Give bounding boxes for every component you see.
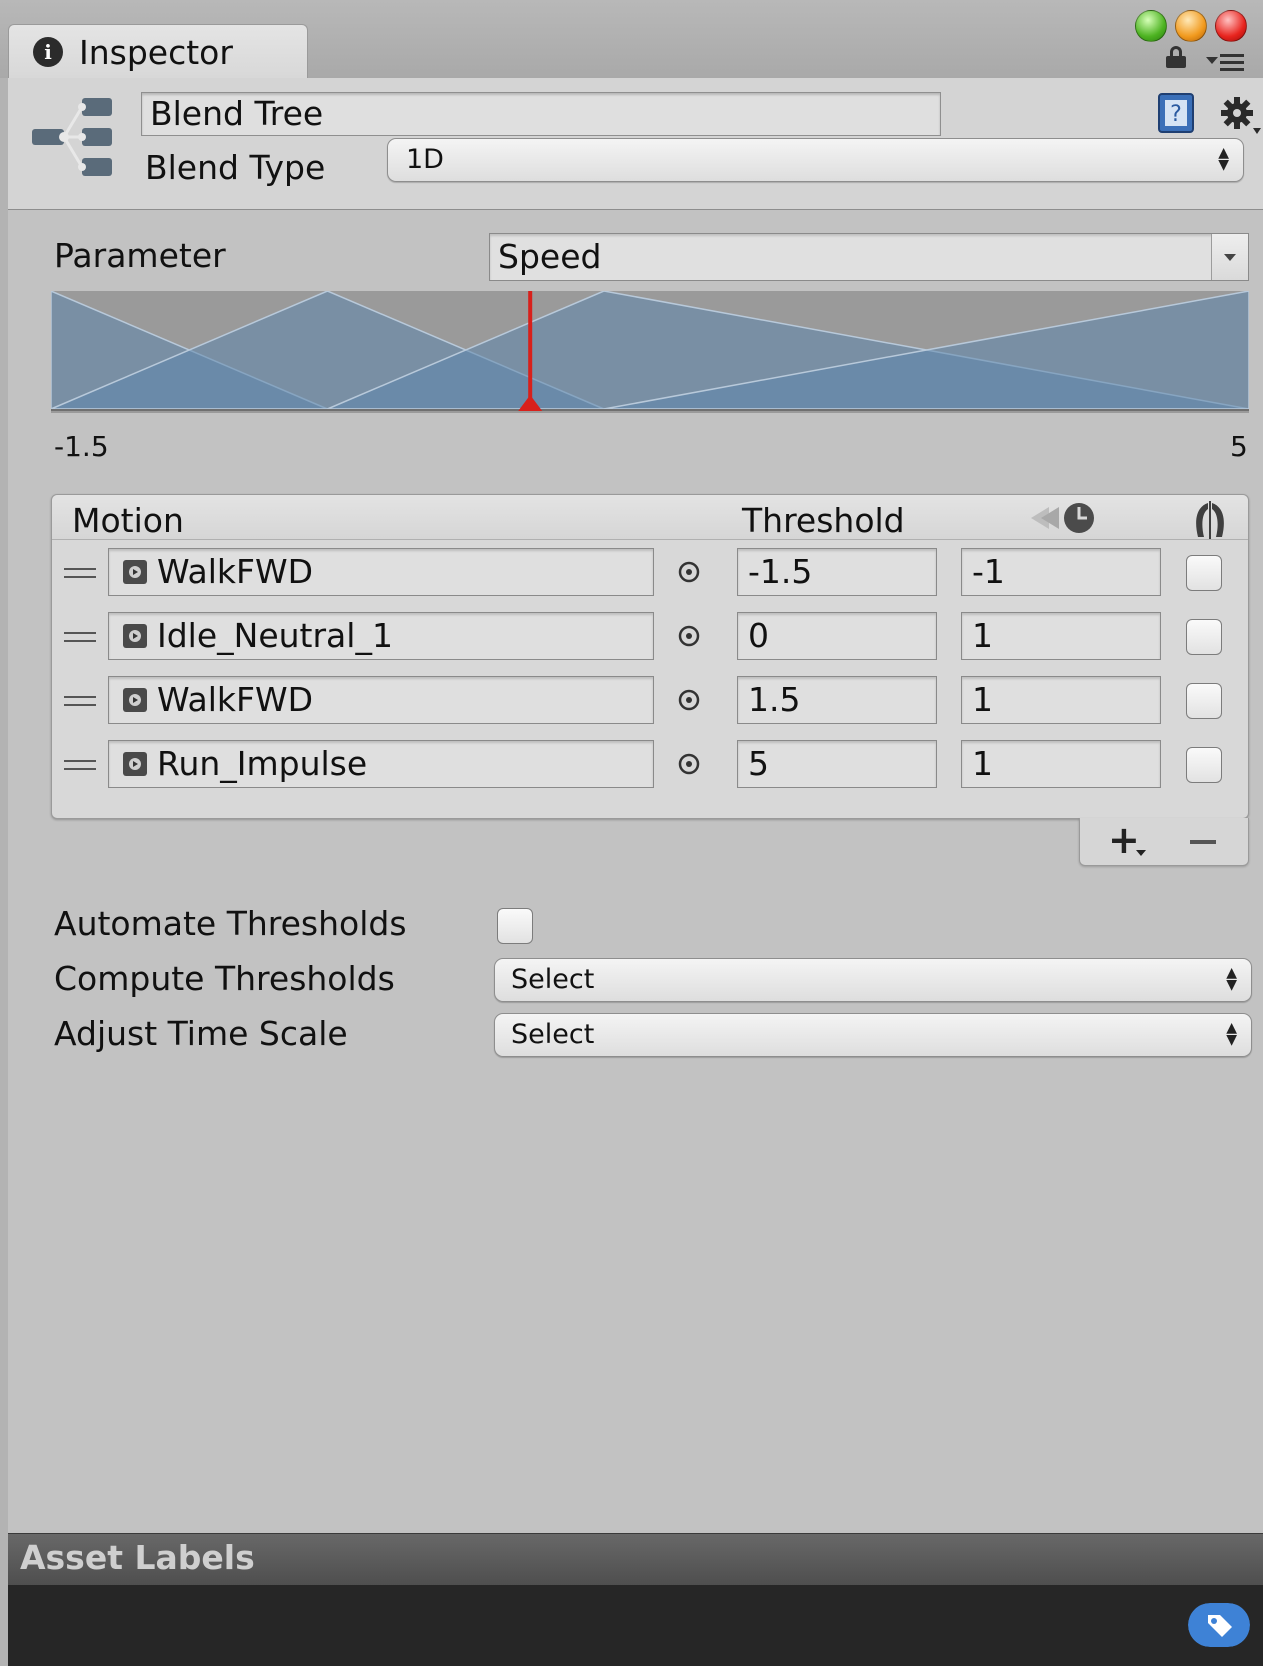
compute-thresholds-label: Compute Thresholds <box>54 959 395 998</box>
motion-row: Idle_Neutral_1 0 1 <box>52 605 1248 669</box>
blend-tree-name-field[interactable]: Blend Tree <box>141 92 941 136</box>
object-picker-icon[interactable] <box>677 624 701 648</box>
motion-row: Run_Impulse 5 1 <box>52 733 1248 797</box>
title-bar: i Inspector <box>0 0 1263 79</box>
threshold-field[interactable]: 5 <box>737 740 937 788</box>
lock-icon[interactable] <box>1166 46 1186 68</box>
mirror-checkbox[interactable] <box>1186 683 1222 719</box>
gear-icon[interactable] <box>1217 92 1263 138</box>
motion-name: Run_Impulse <box>157 744 368 783</box>
drag-handle-icon[interactable] <box>64 568 96 578</box>
adjust-time-scale-value: Select <box>511 1019 595 1050</box>
animation-clip-icon <box>123 752 147 776</box>
motion-row: WalkFWD -1.5 -1 <box>52 541 1248 605</box>
panel-menu-icon[interactable] <box>1206 52 1246 72</box>
animation-clip-icon <box>123 560 147 584</box>
time-scale-field[interactable]: 1 <box>961 612 1161 660</box>
animation-clip-icon <box>123 624 147 648</box>
motion-name: WalkFWD <box>157 552 314 591</box>
animation-clip-icon <box>123 688 147 712</box>
threshold-field[interactable]: 0 <box>737 612 937 660</box>
motion-list: Motion Threshold WalkFWD -1.5 -1 Idle_Ne… <box>51 494 1249 819</box>
asset-labels-title: Asset Labels <box>20 1538 255 1577</box>
column-threshold: Threshold <box>742 501 905 540</box>
popup-arrows-icon: ▲ ▼ <box>1226 965 1237 993</box>
time-scale-field[interactable]: -1 <box>961 548 1161 596</box>
popup-arrows-icon: ▲ ▼ <box>1218 145 1229 173</box>
blend-type-dropdown[interactable]: 1D ▲ ▼ <box>387 138 1244 182</box>
mirror-checkbox[interactable] <box>1186 555 1222 591</box>
object-picker-icon[interactable] <box>677 752 701 776</box>
add-motion-button[interactable]: + <box>1108 821 1152 859</box>
minimize-button[interactable] <box>1175 10 1207 42</box>
parameter-dropdown[interactable]: Speed <box>489 233 1249 281</box>
tab-label: Inspector <box>79 33 233 72</box>
motion-field[interactable]: WalkFWD <box>108 676 654 724</box>
svg-text:?: ? <box>1170 102 1182 127</box>
blend-tree-icon <box>32 98 112 176</box>
drag-handle-icon[interactable] <box>64 760 96 770</box>
blend-type-value: 1D <box>406 144 444 175</box>
mirror-icon <box>1196 501 1224 539</box>
automate-thresholds-checkbox[interactable] <box>497 908 533 944</box>
motion-field[interactable]: Run_Impulse <box>108 740 654 788</box>
remove-motion-button[interactable] <box>1190 840 1216 844</box>
motion-name: Idle_Neutral_1 <box>157 616 393 655</box>
blend-type-label: Blend Type <box>145 148 326 187</box>
close-button[interactable] <box>1215 10 1247 42</box>
motion-field[interactable]: Idle_Neutral_1 <box>108 612 654 660</box>
dropdown-arrow-icon[interactable] <box>1211 234 1248 280</box>
info-icon: i <box>33 37 63 67</box>
motion-field[interactable]: WalkFWD <box>108 548 654 596</box>
drag-handle-icon[interactable] <box>64 696 96 706</box>
adjust-time-scale-dropdown[interactable]: Select ▲ ▼ <box>494 1013 1252 1057</box>
object-picker-icon[interactable] <box>677 688 701 712</box>
motion-list-header: Motion Threshold <box>52 495 1248 540</box>
drag-handle-icon[interactable] <box>64 632 96 642</box>
time-scale-icon <box>1031 503 1094 533</box>
motion-row: WalkFWD 1.5 1 <box>52 669 1248 733</box>
range-min-label: -1.5 <box>54 430 109 463</box>
object-picker-icon[interactable] <box>677 560 701 584</box>
column-motion: Motion <box>72 501 184 540</box>
time-scale-field[interactable]: 1 <box>961 740 1161 788</box>
mirror-checkbox[interactable] <box>1186 619 1222 655</box>
inspector-window: i Inspector Blend Tree ? Blend Type 1D ▲… <box>0 0 1263 1666</box>
inspector-tab[interactable]: i Inspector <box>8 24 308 78</box>
maximize-button[interactable] <box>1135 10 1167 42</box>
motion-name: WalkFWD <box>157 680 314 719</box>
panel-edge <box>0 78 8 1666</box>
help-icon[interactable]: ? <box>1156 92 1196 134</box>
asset-labels-area <box>8 1585 1263 1666</box>
popup-arrows-icon: ▲ ▼ <box>1226 1020 1237 1048</box>
parameter-value: Speed <box>498 237 602 276</box>
threshold-field[interactable]: -1.5 <box>737 548 937 596</box>
time-scale-field[interactable]: 1 <box>961 676 1161 724</box>
parameter-label: Parameter <box>54 236 226 275</box>
compute-thresholds-value: Select <box>511 964 595 995</box>
asset-labels-bar: Asset Labels <box>8 1533 1263 1586</box>
tag-icon[interactable] <box>1188 1603 1250 1647</box>
adjust-time-scale-label: Adjust Time Scale <box>54 1014 348 1053</box>
threshold-field[interactable]: 1.5 <box>737 676 937 724</box>
list-footer: + <box>1079 818 1249 866</box>
compute-thresholds-dropdown[interactable]: Select ▲ ▼ <box>494 958 1252 1002</box>
mirror-checkbox[interactable] <box>1186 747 1222 783</box>
blend-graph[interactable] <box>51 291 1249 413</box>
range-max-label: 5 <box>1230 430 1248 463</box>
inspector-header: Blend Tree ? Blend Type 1D ▲ ▼ <box>8 78 1263 210</box>
automate-thresholds-label: Automate Thresholds <box>54 904 407 943</box>
